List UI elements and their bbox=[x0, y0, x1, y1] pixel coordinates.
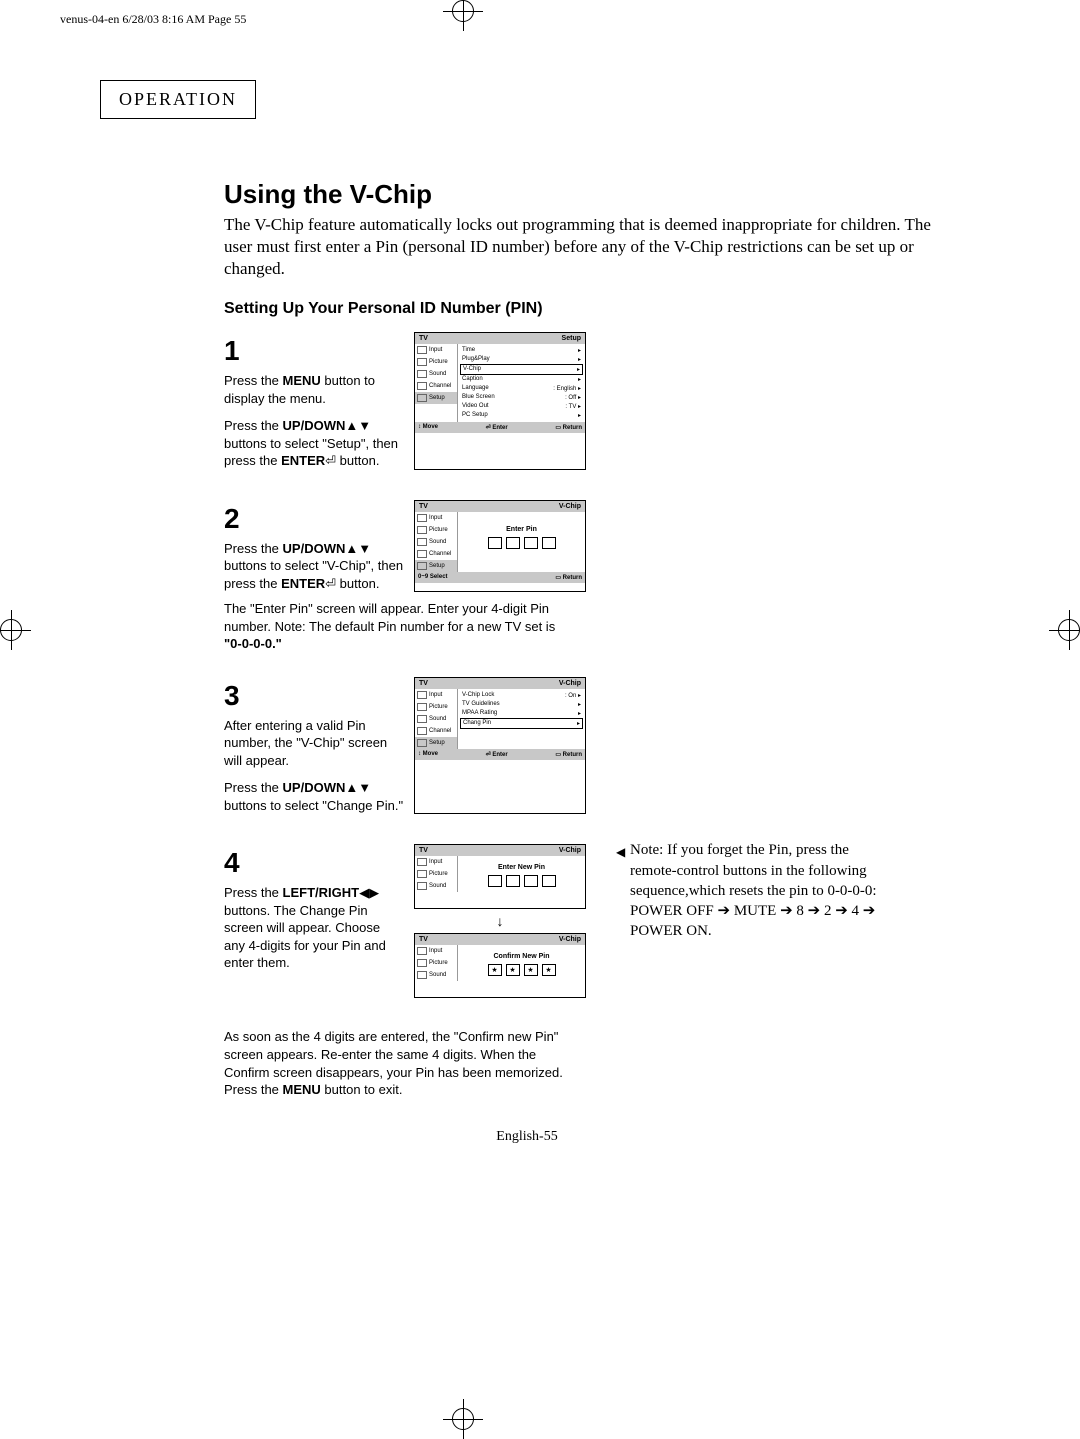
osd-title-left: TV bbox=[419, 335, 428, 342]
step-1-text: 1 Press the MENU button to display the m… bbox=[224, 332, 404, 470]
enter-icon: ⏎ bbox=[325, 576, 336, 591]
osd-title-right: V-Chip bbox=[559, 847, 581, 854]
text: Press the bbox=[224, 780, 283, 795]
text: button. bbox=[336, 576, 379, 591]
enter-new-pin-label: Enter New Pin bbox=[498, 864, 545, 871]
osd-sidebar: Input Picture Sound Channel Setup bbox=[415, 512, 458, 572]
osd-enter-pin-screen: TV V-Chip Input Picture Sound Channel Se… bbox=[414, 500, 586, 592]
confirm-new-pin-label: Confirm New Pin bbox=[493, 953, 549, 960]
section-label: OPERATION bbox=[100, 80, 256, 119]
osd-confirm-new-pin-screen: TV V-Chip Input Picture Sound Confirm Ne… bbox=[414, 933, 586, 998]
osd-sidebar: Input Picture Sound Channel Setup bbox=[415, 344, 458, 422]
enter-key: ENTER bbox=[281, 576, 325, 591]
updown-key: UP/DOWN bbox=[283, 780, 346, 795]
enter-pin-label: Enter Pin bbox=[506, 526, 537, 533]
text: Press the bbox=[224, 373, 283, 388]
osd-title-left: TV bbox=[419, 503, 428, 510]
step-2-below: The "Enter Pin" screen will appear. Ente… bbox=[224, 600, 584, 653]
updown-key: UP/DOWN bbox=[283, 541, 346, 556]
step-2-number: 2 bbox=[224, 500, 404, 538]
default-pin: "0-0-0-0." bbox=[224, 636, 282, 651]
osd-title-left: TV bbox=[419, 936, 428, 943]
leftright-key: LEFT/RIGHT bbox=[283, 885, 360, 900]
subtitle: Setting Up Your Personal ID Number (PIN) bbox=[224, 300, 954, 318]
step-2-text: 2 Press the UP/DOWN▲▼ buttons to select … bbox=[224, 500, 404, 592]
osd-vchip-menu-screen: TV V-Chip Input Picture Sound Channel Se… bbox=[414, 677, 586, 815]
step-1: 1 Press the MENU button to display the m… bbox=[224, 332, 954, 470]
main-content: Using the V-Chip The V-Chip feature auto… bbox=[224, 179, 954, 1145]
step-4-number: 4 bbox=[224, 844, 404, 882]
print-header: venus-04-en 6/28/03 8:16 AM Page 55 bbox=[60, 12, 246, 27]
step-3-text: 3 After entering a valid Pin number, the… bbox=[224, 677, 404, 815]
intro-text: The V-Chip feature automatically locks o… bbox=[224, 214, 954, 280]
osd-title-right: V-Chip bbox=[559, 680, 581, 687]
crop-mark-left bbox=[0, 619, 22, 641]
note-label: Note: bbox=[630, 842, 663, 858]
text: Press the bbox=[224, 418, 283, 433]
crop-mark-bottom bbox=[452, 1408, 474, 1430]
step-4-below: As soon as the 4 digits are entered, the… bbox=[224, 1028, 584, 1098]
enter-key: ENTER bbox=[281, 453, 325, 468]
enter-icon: ⏎ bbox=[325, 453, 336, 468]
step-3: 3 After entering a valid Pin number, the… bbox=[224, 677, 954, 815]
osd-title-right: V-Chip bbox=[559, 936, 581, 943]
step-4-text: 4 Press the LEFT/RIGHT◀▶ buttons. The Ch… bbox=[224, 844, 404, 998]
menu-key: MENU bbox=[283, 1082, 321, 1097]
text: Press the bbox=[224, 1082, 283, 1097]
text: Press the bbox=[224, 541, 283, 556]
pin-boxes bbox=[460, 537, 583, 549]
osd-sidebar: Input Picture Sound Channel Setup bbox=[415, 689, 458, 749]
crop-mark-right bbox=[1058, 619, 1080, 641]
text: After entering a valid Pin number, the "… bbox=[224, 717, 404, 770]
updown-key: UP/DOWN bbox=[283, 418, 346, 433]
osd-main: Time▸ Plug&Play▸ V-Chip▸ Caption▸ Langua… bbox=[458, 344, 585, 422]
osd-title-left: TV bbox=[419, 847, 428, 854]
osd-enter-new-pin-screen: TV V-Chip Input Picture Sound Enter New … bbox=[414, 844, 586, 909]
step-2: 2 Press the UP/DOWN▲▼ buttons to select … bbox=[224, 500, 954, 592]
page-number: English-55 bbox=[100, 1129, 954, 1145]
menu-key: MENU bbox=[283, 373, 321, 388]
text: Press the bbox=[224, 885, 283, 900]
text: button. bbox=[336, 453, 379, 468]
osd-title-right: Setup bbox=[562, 335, 581, 342]
note-block: ◀ Note: If you forget the Pin, press the… bbox=[630, 840, 880, 941]
step-3-number: 3 bbox=[224, 677, 404, 715]
page-title: Using the V-Chip bbox=[224, 179, 954, 210]
step-1-number: 1 bbox=[224, 332, 404, 370]
osd-change-pin-stack: TV V-Chip Input Picture Sound Enter New … bbox=[414, 844, 586, 998]
step-4: 4 Press the LEFT/RIGHT◀▶ buttons. The Ch… bbox=[224, 844, 954, 998]
note-sequence: POWER OFF ➔ MUTE ➔ 8 ➔ 2 ➔ 4 ➔ POWER ON. bbox=[630, 901, 880, 942]
text: button to exit. bbox=[321, 1082, 403, 1097]
osd-setup-screen: TV Setup Input Picture Sound Channel Set… bbox=[414, 332, 586, 470]
down-arrow-icon: ↓ bbox=[414, 913, 586, 929]
note-arrow-icon: ◀ bbox=[616, 844, 625, 860]
note-text: If you forget the Pin, press the remote-… bbox=[630, 842, 877, 899]
osd-title-right: V-Chip bbox=[559, 503, 581, 510]
osd-title-left: TV bbox=[419, 680, 428, 687]
crop-mark-top bbox=[452, 0, 474, 22]
page-content: OPERATION Using the V-Chip The V-Chip fe… bbox=[100, 80, 970, 1145]
